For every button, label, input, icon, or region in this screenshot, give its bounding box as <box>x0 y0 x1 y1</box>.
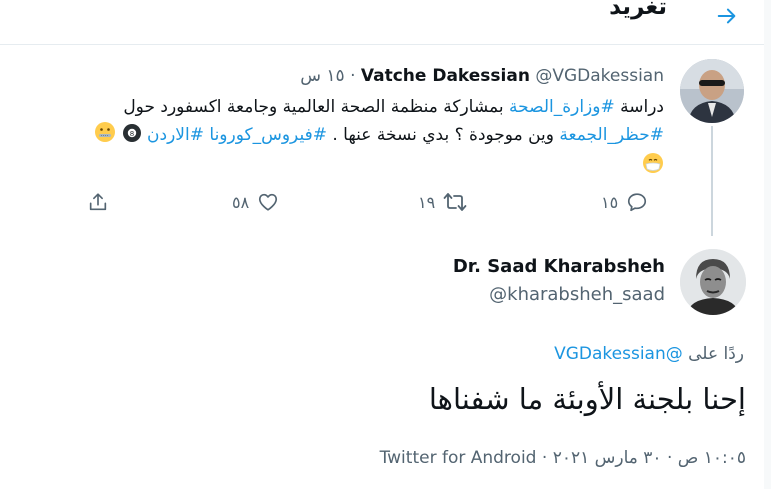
top-bar: تغريد <box>0 0 771 45</box>
svg-text:8: 8 <box>129 130 133 138</box>
separator-dot: · <box>350 66 356 86</box>
scrollbar[interactable] <box>764 0 771 489</box>
text-segment: وين موجودة ؟ بدي نسخة عنها . <box>326 125 560 145</box>
separator-dot: · <box>666 448 673 468</box>
text-segment: بمشاركة منظمة الصحة العالمية وجامعة اكسف… <box>123 97 509 117</box>
parent-tweet-text: دراسة #وزارة_الصحة بمشاركة منظمة الصحة ا… <box>14 94 664 183</box>
zipper-mouth-face-icon <box>94 121 116 152</box>
back-button[interactable] <box>709 0 745 34</box>
retweet-icon <box>443 193 467 211</box>
avatar-photo <box>680 249 746 315</box>
arrow-right-icon <box>717 8 736 24</box>
share-button[interactable] <box>87 191 109 213</box>
hashtag-link[interactable]: #فيروس_كورونا <box>209 125 327 145</box>
tweet-meta: ١٠:٠٥ ص · ٣٠ مارس ٢٠٢١ · Twitter for And… <box>380 448 746 468</box>
replying-to-handle-link[interactable]: @VGDakessian <box>554 344 683 364</box>
author-name[interactable]: Vatche Dakessian <box>361 66 530 86</box>
retweet-button[interactable]: ١٩ <box>418 191 467 213</box>
mask-face-icon <box>642 152 664 183</box>
reply-author-name[interactable]: Dr. Saad Kharabsheh <box>453 256 665 277</box>
like-button[interactable]: ٥٨ <box>232 191 279 213</box>
hashtag-link[interactable]: #وزارة_الصحة <box>509 97 615 117</box>
reply-tweet-text: إحنا بلجنة الأوبئة ما شفناها <box>428 382 746 416</box>
reply-author-handle[interactable]: @kharabsheh_saad <box>489 284 665 305</box>
tweet-source-link[interactable]: Twitter for Android <box>380 448 537 468</box>
parent-tweet-header: Vatche Dakessian @VGDakessian · ١٥ س <box>300 66 664 86</box>
replying-to-label: ردًا على <box>688 344 744 364</box>
share-icon <box>89 193 107 211</box>
separator-dot: · <box>541 448 548 468</box>
hashtag-link[interactable]: #الاردن <box>147 125 204 145</box>
like-count: ٥٨ <box>232 192 250 212</box>
retweet-count: ١٩ <box>418 192 436 212</box>
reply-icon <box>628 193 647 212</box>
tweet-time[interactable]: ١٥ س <box>300 66 344 86</box>
tweet-date[interactable]: ٣٠ مارس ٢٠٢١ <box>553 448 662 468</box>
tweet-time[interactable]: ١٠:٠٥ ص <box>678 448 746 468</box>
hashtag-link[interactable]: #حظر_الجمعة <box>559 125 664 145</box>
eight-ball-icon: 8 <box>122 123 142 152</box>
author-handle[interactable]: @VGDakessian <box>535 66 664 86</box>
page-title: تغريد <box>609 0 667 20</box>
text-segment: دراسة <box>614 97 664 117</box>
replying-to: ردًا على @VGDakessian <box>554 344 744 364</box>
avatar[interactable] <box>680 249 746 315</box>
thread-connector <box>711 126 713 236</box>
heart-icon <box>259 193 278 211</box>
reply-count: ١٥ <box>601 192 619 212</box>
avatar[interactable] <box>680 59 744 123</box>
reply-button[interactable]: ١٥ <box>601 191 648 213</box>
avatar-photo <box>680 59 744 123</box>
